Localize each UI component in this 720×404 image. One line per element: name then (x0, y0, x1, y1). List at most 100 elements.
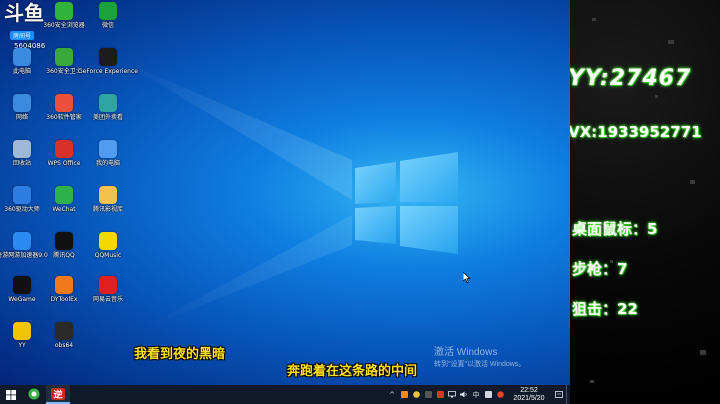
tray-app-icon-6[interactable] (494, 385, 506, 404)
wechat-icon (55, 186, 73, 204)
desktop-icon-label: 奇游网游加速器9.0 (0, 252, 48, 259)
texture-speck (592, 18, 596, 21)
accelerator-icon (13, 232, 31, 250)
desktop-icon[interactable]: WeChat (44, 186, 84, 213)
texture-speck (690, 180, 695, 184)
lyric-line-2: 奔跑着在这条路的中间 (287, 364, 418, 379)
shield-360-icon (55, 48, 73, 66)
netease-music-icon (99, 276, 117, 294)
desktop-icon[interactable]: 腾讯影视库 (88, 186, 128, 213)
ime-indicator[interactable]: 中 (470, 385, 482, 404)
wegame-icon (13, 276, 31, 294)
overlay-sniper-sens: 狙击：22 (572, 300, 638, 318)
nvidia-box-icon (99, 2, 117, 20)
desktop-icon[interactable]: 网易云音乐 (88, 276, 128, 303)
game-app-icon: 逆 (51, 387, 65, 400)
tray-network[interactable] (446, 385, 458, 404)
desktop-icon[interactable]: 网络 (2, 94, 42, 121)
overlay-desktop-mouse-sens: 桌面鼠标：5 (572, 220, 658, 238)
desktop-icon[interactable]: WPS Office (44, 140, 84, 167)
tray-app-icon-5[interactable] (482, 385, 494, 404)
desktop-icon[interactable]: 360安全浏览器 (43, 2, 85, 29)
taskbar: 逆 ^ 中 22:52 2021/5/20 (0, 385, 570, 404)
nvidia-icon (99, 48, 117, 66)
tray-app-icon-4[interactable] (434, 385, 446, 404)
desktop-icon-label: 360安全卫士 (46, 68, 82, 75)
monitor-icon (99, 140, 117, 158)
desktop-icon-label: DYToolEx (50, 296, 78, 303)
activation-subtitle: 转到"设置"以激活 Windows。 (434, 361, 526, 368)
desktop-icon-label: 360软件管家 (46, 114, 82, 121)
desktop-icon[interactable]: 美团外卖看 (88, 94, 128, 121)
taskbar-app-game[interactable]: 逆 (46, 385, 70, 404)
action-center-button[interactable] (552, 385, 566, 404)
tray-app-icon-2[interactable] (410, 385, 422, 404)
lyric-line-1: 我看到夜的黑暗 (134, 347, 226, 362)
folder-icon (99, 186, 117, 204)
system-tray: ^ 中 22:52 2021/5/20 (386, 385, 570, 404)
desktop-icon[interactable]: 我的电脑 (88, 140, 128, 167)
desktop-icon-label: 网易云音乐 (92, 296, 123, 303)
desktop-icon-label: 我的电脑 (95, 160, 120, 167)
red-app-icon (436, 391, 444, 398)
desktop-icon[interactable]: YY (2, 322, 42, 349)
computer-icon (13, 48, 31, 66)
activation-watermark: 激活 Windows 转到"设置"以激活 Windows。 (434, 343, 525, 369)
desktop-icon[interactable]: 回收站 (2, 140, 42, 167)
browser-360-icon (55, 2, 73, 20)
clock-date: 2021/5/20 (513, 394, 545, 402)
texture-speck (590, 380, 594, 383)
shield-tray-icon (412, 391, 420, 398)
yy-icon (13, 322, 31, 340)
white-app-icon (484, 391, 492, 398)
windows-logo-icon (6, 389, 16, 400)
software-manager-icon (55, 94, 73, 112)
wallpaper (120, 60, 458, 330)
activation-title: 激活 Windows (434, 347, 498, 358)
desktop-icon[interactable]: 微信 (88, 2, 128, 29)
qq-icon (55, 232, 73, 250)
desktop-icon-label: QQMusic (94, 252, 122, 259)
desktop-icon[interactable]: GeForce Experience (78, 48, 138, 75)
tray-app-icon-3[interactable] (422, 385, 434, 404)
desktop-icon[interactable]: QQMusic (88, 232, 128, 259)
desktop-icon[interactable]: 奇游网游加速器9.0 (0, 232, 48, 259)
room-label: 房间号 (10, 31, 35, 40)
desktop-icon[interactable]: 360软件管家 (44, 94, 84, 121)
desktop-icon[interactable]: obs64 (44, 322, 84, 349)
texture-speck (700, 350, 706, 355)
tray-app-icon-1[interactable] (398, 385, 410, 404)
start-button[interactable] (0, 385, 22, 404)
qqmusic-icon (99, 232, 117, 250)
desktop-icon-label: 360驱动大师 (4, 206, 40, 213)
desktop-icon[interactable]: 腾讯QQ (44, 232, 84, 259)
mouse-cursor-icon (463, 272, 471, 283)
volume-icon (460, 391, 467, 398)
driver-master-icon (13, 186, 31, 204)
desktop-icon-label: obs64 (54, 342, 74, 349)
tray-overflow-chevron[interactable]: ^ (386, 385, 398, 404)
overlay-rifle-sens: 步枪：7 (572, 260, 628, 278)
stream-overlay-panel: YY:27467 VX:1933952771 桌面鼠标：5 步枪：7 狙击：22 (570, 0, 720, 404)
360-browser-icon (28, 388, 40, 399)
tray-volume[interactable] (458, 385, 470, 404)
wps-icon (55, 140, 73, 158)
desktop-icon[interactable]: WeGame (2, 276, 42, 303)
desktop-icon[interactable]: 360驱动大师 (2, 186, 42, 213)
desktop[interactable]: 斗鱼 房间号 5604086 360安全浏览器 微信 此电脑 360安全卫士 GeFor… (0, 0, 570, 385)
orange-app-icon (400, 391, 408, 398)
desktop-icon-label: WPS Office (47, 160, 81, 167)
desktop-icon[interactable]: 此电脑 (2, 48, 42, 75)
desktop-icon-label: 360安全浏览器 (43, 22, 85, 29)
texture-speck (668, 40, 674, 44)
desktop-icon-label: 腾讯影视库 (92, 206, 123, 213)
clock[interactable]: 22:52 2021/5/20 (506, 387, 552, 403)
desktop-icon-label: 腾讯QQ (53, 252, 75, 259)
overlay-yy-id: YY:27467 (570, 66, 692, 91)
notification-icon (555, 390, 563, 398)
dark-app-icon (424, 391, 432, 398)
desktop-icon-label: WeChat (52, 206, 76, 213)
red-circle-app-icon (496, 391, 504, 398)
desktop-icon[interactable]: DYToolEx (44, 276, 84, 303)
taskbar-app-360-browser[interactable] (22, 385, 46, 404)
